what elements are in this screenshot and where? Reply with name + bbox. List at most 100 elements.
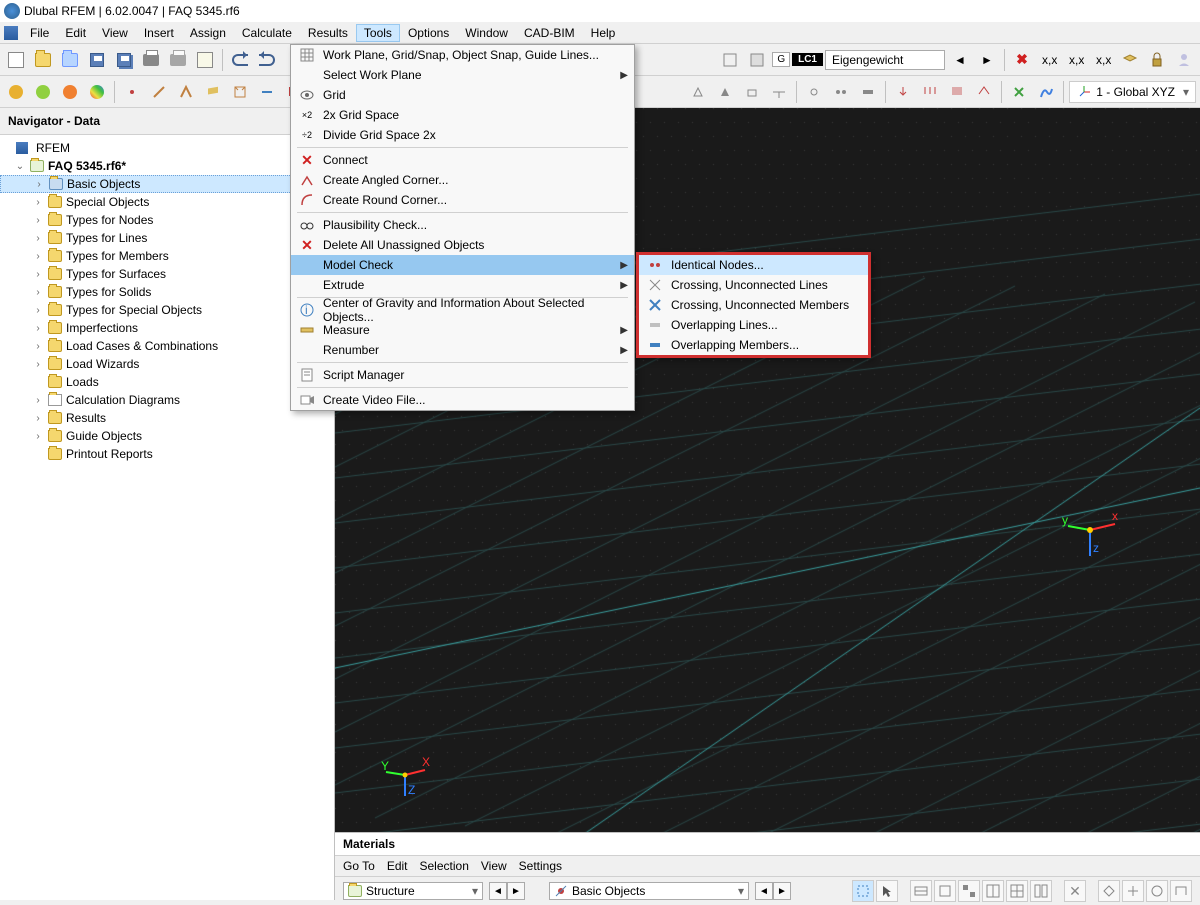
- tree-item[interactable]: ›Basic Objects: [0, 175, 334, 193]
- tree-item[interactable]: ›Load Cases & Combinations: [0, 337, 334, 355]
- print-button[interactable]: [139, 48, 163, 72]
- menu-help[interactable]: Help: [583, 24, 624, 42]
- navigator-tree[interactable]: RFEM ⌄ FAQ 5345.rf6* ›Basic Objects›Spec…: [0, 135, 334, 900]
- menu-results[interactable]: Results: [300, 24, 356, 42]
- menu-insert[interactable]: Insert: [136, 24, 182, 42]
- bp-cursor-icon[interactable]: [876, 880, 898, 902]
- tree-item[interactable]: ›Calculation Diagrams: [0, 391, 334, 409]
- users-button[interactable]: [1172, 48, 1196, 72]
- obj-btn-5[interactable]: [228, 80, 252, 104]
- obj-btn-1[interactable]: [120, 80, 144, 104]
- tree-item[interactable]: ›Types for Solids: [0, 283, 334, 301]
- undo-button[interactable]: [228, 48, 252, 72]
- bp-close-icon[interactable]: ✕: [1064, 880, 1086, 902]
- tools-menu-item[interactable]: Create Round Corner...: [291, 190, 634, 210]
- support-btn-4[interactable]: [767, 80, 791, 104]
- load-case-selector[interactable]: G LC1 Eigengewicht: [772, 50, 945, 70]
- tools-menu-item[interactable]: ×22x Grid Space: [291, 105, 634, 125]
- model-check-item[interactable]: Crossing, Unconnected Members: [639, 295, 868, 315]
- menu-options[interactable]: Options: [400, 24, 457, 42]
- model-check-item[interactable]: Overlapping Members...: [639, 335, 868, 355]
- close-button[interactable]: [58, 48, 82, 72]
- mode-btn-2[interactable]: [31, 80, 55, 104]
- bp-ic-7[interactable]: [1006, 880, 1028, 902]
- hinge-btn-2[interactable]: [829, 80, 853, 104]
- model-check-item[interactable]: Overlapping Lines...: [639, 315, 868, 335]
- mode-btn-1[interactable]: [4, 80, 28, 104]
- support-btn-1[interactable]: [686, 80, 710, 104]
- dim-btn-2[interactable]: x,x: [1064, 48, 1088, 72]
- bp-select-icon[interactable]: [852, 880, 874, 902]
- menu-assign[interactable]: Assign: [182, 24, 234, 42]
- tools-menu-item[interactable]: Measure▶: [291, 320, 634, 340]
- tree-item[interactable]: ›Load Wizards: [0, 355, 334, 373]
- menu-cad-bim[interactable]: CAD-BIM: [516, 24, 583, 42]
- layers-button[interactable]: [1118, 48, 1142, 72]
- coordinate-system-combo[interactable]: 1 - Global XYZ ▾: [1069, 81, 1196, 103]
- combo1-prev[interactable]: ◄: [489, 882, 507, 900]
- menu-calculate[interactable]: Calculate: [234, 24, 300, 42]
- results-btn[interactable]: [1034, 80, 1058, 104]
- tree-item[interactable]: ›Types for Surfaces: [0, 265, 334, 283]
- obj-btn-3[interactable]: [174, 80, 198, 104]
- tools-menu-item[interactable]: ✕Delete All Unassigned Objects: [291, 235, 634, 255]
- bp-ic-5[interactable]: [958, 880, 980, 902]
- menu-file[interactable]: File: [22, 24, 57, 42]
- tools-menu-item[interactable]: ✕Connect: [291, 150, 634, 170]
- open-button[interactable]: [31, 48, 55, 72]
- tree-item[interactable]: ›Types for Members: [0, 247, 334, 265]
- bottom-menu-go-to[interactable]: Go To: [343, 859, 375, 873]
- mode-btn-4[interactable]: [85, 80, 109, 104]
- menu-view[interactable]: View: [94, 24, 136, 42]
- obj-btn-2[interactable]: [147, 80, 171, 104]
- dim-btn-1[interactable]: x,x: [1037, 48, 1061, 72]
- tree-file[interactable]: ⌄ FAQ 5345.rf6*: [0, 157, 334, 175]
- save-button[interactable]: [85, 48, 109, 72]
- tools-menu-item[interactable]: ÷2Divide Grid Space 2x: [291, 125, 634, 145]
- model-check-item[interactable]: Identical Nodes...: [639, 255, 868, 275]
- tree-item[interactable]: Loads: [0, 373, 334, 391]
- hinge-btn-1[interactable]: [802, 80, 826, 104]
- menu-edit[interactable]: Edit: [57, 24, 94, 42]
- tree-item[interactable]: ›Types for Nodes: [0, 211, 334, 229]
- tree-item[interactable]: ›Special Objects: [0, 193, 334, 211]
- combo2-next[interactable]: ►: [773, 882, 791, 900]
- model-check-item[interactable]: Crossing, Unconnected Lines: [639, 275, 868, 295]
- bottom-menu-view[interactable]: View: [481, 859, 507, 873]
- tree-item[interactable]: ›Imperfections: [0, 319, 334, 337]
- tree-item[interactable]: ›Types for Lines: [0, 229, 334, 247]
- tree-item[interactable]: ›Types for Special Objects: [0, 301, 334, 319]
- bp-ic-8[interactable]: [1030, 880, 1052, 902]
- bottom-menu-selection[interactable]: Selection: [420, 859, 469, 873]
- bp-ic-6[interactable]: [982, 880, 1004, 902]
- bp-ic-11[interactable]: [1146, 880, 1168, 902]
- bottom-menu-edit[interactable]: Edit: [387, 859, 408, 873]
- document-button[interactable]: [193, 48, 217, 72]
- tools-menu-item[interactable]: Grid: [291, 85, 634, 105]
- app-menu-icon[interactable]: [4, 26, 18, 40]
- print-preview-button[interactable]: [166, 48, 190, 72]
- tools-menu-item[interactable]: Work Plane, Grid/Snap, Object Snap, Guid…: [291, 45, 634, 65]
- bottom-menu-settings[interactable]: Settings: [519, 859, 562, 873]
- lc-next[interactable]: ►: [975, 48, 999, 72]
- tools-menu-item[interactable]: Plausibility Check...: [291, 215, 634, 235]
- bp-ic-4[interactable]: [934, 880, 956, 902]
- bp-ic-10[interactable]: [1122, 880, 1144, 902]
- view-button-2[interactable]: [745, 48, 769, 72]
- tools-menu-item[interactable]: Select Work Plane▶: [291, 65, 634, 85]
- tools-menu-item[interactable]: Renumber▶: [291, 340, 634, 360]
- obj-btn-6[interactable]: [255, 80, 279, 104]
- tree-item[interactable]: Printout Reports: [0, 445, 334, 463]
- dim-btn-3[interactable]: x,x: [1091, 48, 1115, 72]
- menu-tools[interactable]: Tools: [356, 24, 400, 42]
- load-btn-1[interactable]: [891, 80, 915, 104]
- calc-btn[interactable]: [1007, 80, 1031, 104]
- tools-menu-item[interactable]: Model Check▶: [291, 255, 634, 275]
- lc-prev[interactable]: ◄: [948, 48, 972, 72]
- redo-button[interactable]: [255, 48, 279, 72]
- obj-btn-4[interactable]: [201, 80, 225, 104]
- support-btn-3[interactable]: [740, 80, 764, 104]
- structure-combo[interactable]: Structure ▾: [343, 882, 483, 900]
- view-button-1[interactable]: [718, 48, 742, 72]
- delete-x-button[interactable]: ✖: [1010, 48, 1034, 72]
